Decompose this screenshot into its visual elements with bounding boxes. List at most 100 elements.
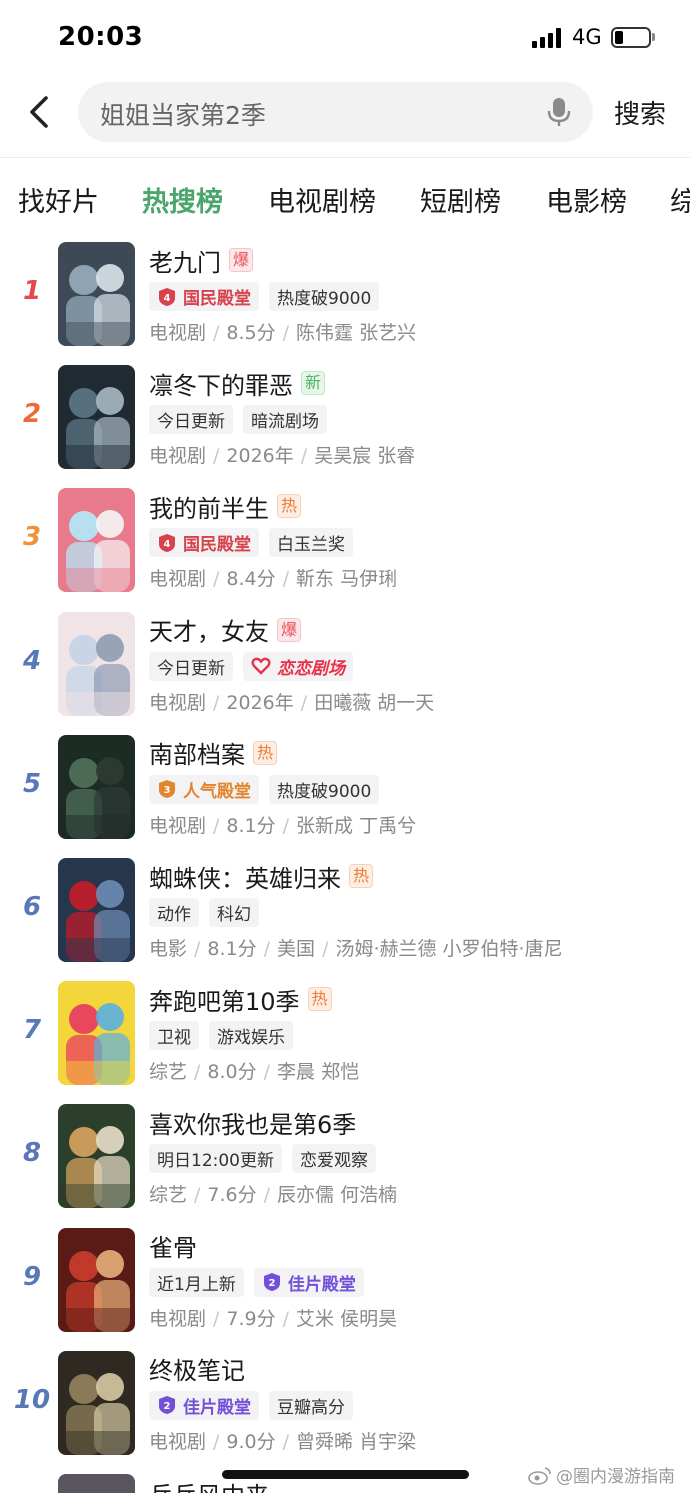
tag[interactable]: 白玉兰奖	[269, 528, 353, 558]
tag[interactable]: 恋恋剧场	[243, 651, 353, 681]
search-input[interactable]: 姐姐当家第2季	[78, 82, 593, 142]
svg-text:4: 4	[164, 293, 171, 304]
poster-partial[interactable]	[58, 1474, 135, 1493]
search-button[interactable]: 搜索	[614, 94, 666, 131]
tag[interactable]: 热度破9000	[269, 774, 380, 804]
meta-line: 电视剧 / 7.9分 / 艾米 侯明昊	[149, 1304, 397, 1331]
poster-image	[58, 734, 135, 839]
item-title[interactable]: 蜘蛛侠：英雄归来	[149, 859, 341, 894]
tag[interactable]: 近1月上新	[149, 1267, 244, 1297]
item-title[interactable]: 雀骨	[149, 1228, 197, 1263]
tags-line: 4 国民殿堂 热度破9000	[149, 282, 389, 312]
meta-line: 电视剧 / 2026年 / 田曦薇 胡一天	[149, 688, 434, 715]
rank-number: 10	[13, 1384, 51, 1415]
poster-thumbnail[interactable]	[58, 1104, 135, 1209]
home-indicator[interactable]	[222, 1470, 469, 1479]
rank-number: 8	[22, 1138, 42, 1169]
watermark-text: @圈内漫游指南	[556, 1467, 675, 1487]
poster-thumbnail[interactable]	[58, 611, 135, 716]
meta-field: 2026年	[226, 691, 294, 714]
list-item[interactable]: 1 老九门爆 4 国民殿堂 热度破9000 电视剧 / 8.5分 / 陈伟霆 张艺兴	[0, 238, 690, 356]
list-item[interactable]: 2 凛冬下的罪恶新今日更新 暗流剧场 电视剧 / 2026年 / 吴昊宸 张睿	[0, 361, 690, 479]
tags-line: 卫视 游戏娱乐	[149, 1021, 303, 1051]
poster-thumbnail[interactable]	[58, 858, 135, 962]
meta-field: 电视剧	[149, 691, 207, 714]
meta-field: 吴昊宸 张睿	[314, 445, 416, 468]
tag-label: 卫视	[157, 1028, 191, 1049]
tag[interactable]: 明日12:00更新	[149, 1144, 282, 1174]
tag-label: 热度破9000	[277, 289, 372, 309]
hall-badge-icon: 2	[159, 1396, 175, 1415]
tags-line: 今日更新 暗流剧场	[149, 405, 337, 435]
header-divider	[0, 157, 690, 158]
tag[interactable]: 暗流剧场	[243, 405, 327, 435]
tag[interactable]: 4 国民殿堂	[149, 528, 259, 558]
list-item[interactable]: 9 雀骨 近1月上新 2 佳片殿堂 电视剧 / 7.9分 / 艾米 侯明昊	[0, 1224, 690, 1342]
tag[interactable]: 游戏娱乐	[209, 1021, 293, 1051]
tab-movies[interactable]: 电影榜	[546, 180, 627, 219]
tag[interactable]: 恋爱观察	[292, 1144, 376, 1174]
tag[interactable]: 动作	[149, 898, 199, 927]
list-item[interactable]: 3 我的前半生热 4 国民殿堂 白玉兰奖 电视剧 / 8.4分 / 靳东 马伊琍	[0, 484, 690, 602]
poster-thumbnail[interactable]	[58, 242, 135, 346]
tab-variety[interactable]: 综	[670, 180, 690, 219]
poster-image	[58, 981, 135, 1086]
rank-number: 5	[22, 768, 42, 799]
item-title[interactable]: 奔跑吧第10季	[149, 982, 300, 1017]
poster-thumbnail[interactable]	[58, 1227, 135, 1332]
list-item[interactable]: 5 南部档案热 3 人气殿堂 热度破9000 电视剧 / 8.1分 / 张新成 丁禹兮	[0, 731, 690, 849]
svg-text:4: 4	[164, 539, 171, 550]
tag[interactable]: 热度破9000	[269, 282, 380, 311]
meta-separator: /	[213, 322, 220, 344]
tab-short-drama[interactable]: 短剧榜	[420, 180, 501, 219]
tag[interactable]: 科幻	[209, 898, 259, 927]
item-title[interactable]: 我的前半生	[149, 489, 269, 524]
item-title[interactable]: 喜欢你我也是第6季	[149, 1105, 356, 1140]
poster-image	[58, 242, 135, 346]
tag[interactable]: 卫视	[149, 1021, 199, 1051]
item-title[interactable]: 南部档案	[149, 735, 245, 770]
battery-icon	[611, 27, 651, 48]
meta-field: 电视剧	[149, 1430, 207, 1453]
poster-image	[58, 1104, 135, 1209]
network-type: 4G	[572, 25, 602, 49]
meta-field: 8.4分	[226, 568, 276, 591]
tag[interactable]: 今日更新	[149, 651, 233, 681]
back-button[interactable]	[22, 90, 58, 134]
list-item[interactable]: 4 天才，女友爆今日更新 恋恋剧场 电视剧 / 2026年 / 田曦薇 胡一天	[0, 608, 690, 726]
item-title[interactable]: 凛冬下的罪恶	[149, 366, 293, 401]
list-item[interactable]: 7 奔跑吧第10季热卫视 游戏娱乐 综艺 / 8.0分 / 李晨 郑恺	[0, 977, 690, 1095]
tag[interactable]: 今日更新	[149, 405, 233, 435]
tag[interactable]: 豆瓣高分	[269, 1390, 353, 1420]
item-title[interactable]: 终极笔记	[149, 1351, 245, 1386]
poster-thumbnail[interactable]	[58, 734, 135, 839]
meta-field: 7.6分	[207, 1184, 257, 1207]
poster-thumbnail[interactable]	[58, 488, 135, 593]
microphone-icon[interactable]	[544, 96, 574, 128]
tab-find-good-films[interactable]: 找好片	[18, 180, 99, 219]
svg-text:2: 2	[164, 1401, 171, 1412]
poster-thumbnail[interactable]	[58, 1350, 135, 1455]
list-item[interactable]: 6 蜘蛛侠：英雄归来热动作 科幻 电影 / 8.1分 / 美国 / 汤姆·赫兰德 小罗伯特·唐尼	[0, 854, 690, 972]
tag[interactable]: 4 国民殿堂	[149, 282, 259, 311]
tab-hot-search[interactable]: 热搜榜	[142, 180, 223, 219]
meta-line: 电视剧 / 8.5分 / 陈伟霆 张艺兴	[149, 318, 416, 345]
list-item[interactable]: 10 终极笔记 2 佳片殿堂 豆瓣高分 电视剧 / 9.0分 / 曾舜晞 肖宇梁	[0, 1347, 690, 1465]
rank-number: 2	[22, 399, 42, 430]
poster-image	[58, 488, 135, 593]
meta-field: 靳东 马伊琍	[296, 568, 398, 591]
tag[interactable]: 3 人气殿堂	[149, 774, 259, 804]
tag[interactable]: 2 佳片殿堂	[253, 1267, 364, 1297]
item-title[interactable]: 天才，女友	[149, 612, 269, 647]
meta-field: 电影	[149, 938, 188, 960]
rank-number: 7	[22, 1015, 42, 1046]
poster-thumbnail[interactable]	[58, 365, 135, 470]
tag[interactable]: 2 佳片殿堂	[149, 1390, 259, 1420]
meta-separator: /	[282, 322, 290, 344]
tab-tv-series[interactable]: 电视剧榜	[268, 180, 376, 219]
list-item[interactable]: 8 喜欢你我也是第6季 明日12:00更新 恋爱观察 综艺 / 7.6分 / 辰亦儒 何浩楠	[0, 1100, 690, 1218]
poster-thumbnail[interactable]	[58, 981, 135, 1086]
tag-label: 暗流剧场	[251, 412, 319, 433]
cellular-signal-icon	[532, 28, 564, 48]
item-title[interactable]: 老九门	[149, 243, 221, 278]
